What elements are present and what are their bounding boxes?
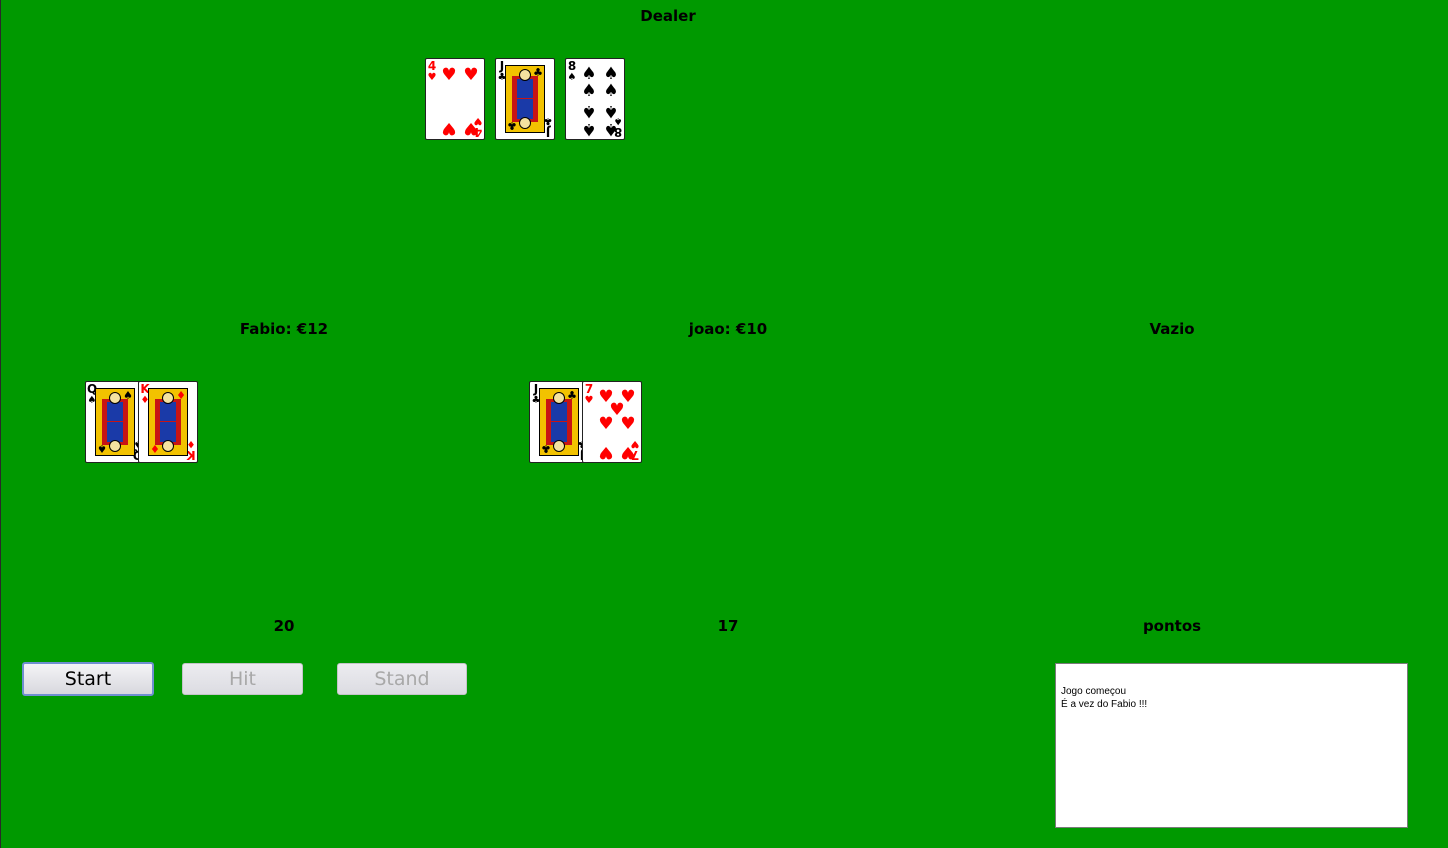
card-rank: 4 xyxy=(427,59,437,73)
card-pip-icon: ♥ xyxy=(441,118,457,138)
card-pip-icon: ♥ xyxy=(620,442,636,462)
playing-card: J♣J♣♣♣ xyxy=(495,58,555,140)
court-card-figure: ♠ ♠ xyxy=(95,388,135,456)
card-pip-icon: ♥ xyxy=(620,414,636,434)
seat-2-name: joao: €10 xyxy=(688,320,768,338)
court-card-figure: ♣ ♣ xyxy=(505,65,545,133)
playing-card: Q♠Q♠♠♠ xyxy=(85,381,145,463)
stand-button[interactable]: Stand xyxy=(337,663,467,695)
card-pip-icon: ♠ xyxy=(603,101,619,121)
card-pip-icon: ♠ xyxy=(581,81,597,101)
seat-1-score: 20 xyxy=(273,617,295,635)
card-suit-icon: ♥ xyxy=(584,395,594,406)
card-corner-index: 8 ♠ xyxy=(567,59,577,83)
playing-card: K ♦ K ♦ ♦ ♦ xyxy=(138,381,198,463)
card-pip-icon: ♠ xyxy=(603,81,619,101)
card-pip-icon: ♠ xyxy=(581,119,597,139)
card-pip-icon: ♥ xyxy=(463,118,479,138)
card-corner-index: 7 ♥ xyxy=(584,382,594,406)
start-button[interactable]: Start xyxy=(22,662,154,696)
seat-3-score: pontos xyxy=(1142,617,1202,635)
card-suit-icon: ♠ xyxy=(567,72,577,83)
card-rank: 8 xyxy=(567,59,577,73)
card-corner-index: 4 ♥ xyxy=(427,59,437,83)
log-line: É a vez do Fabio !!! xyxy=(1061,699,1148,710)
card-pip-icon: ♥ xyxy=(463,65,479,85)
seat-2-score: 17 xyxy=(717,617,739,635)
log-line: Jogo começou xyxy=(1061,686,1127,697)
playing-card: 7 ♥ 7 ♥ ♥ ♥ ♥ ♥ ♥ ♥ ♥ xyxy=(582,381,642,463)
seat-1-name: Fabio: €12 xyxy=(239,320,329,338)
card-pip-icon: ♠ xyxy=(581,101,597,121)
playing-card: 4 ♥ 4 ♥ ♥ ♥ ♥ ♥ xyxy=(425,58,485,140)
playing-card: J♣J♣♣♣ xyxy=(529,381,589,463)
court-card-figure: ♦ ♦ xyxy=(148,388,188,456)
card-pip-icon: ♠ xyxy=(603,119,619,139)
court-card-figure: ♣ ♣ xyxy=(539,388,579,456)
card-pip-icon: ♥ xyxy=(441,65,457,85)
card-pip-icon: ♥ xyxy=(598,414,614,434)
window-edge xyxy=(0,0,1,848)
card-rank: 7 xyxy=(584,382,594,396)
message-log[interactable]: Jogo começou É a vez do Fabio !!! xyxy=(1055,663,1408,828)
card-pip-icon: ♥ xyxy=(598,442,614,462)
seat-3-name: Vazio xyxy=(1149,320,1195,338)
playing-card: 8 ♠ 8 ♠ ♠ ♠ ♠ ♠ ♠ ♠ ♠ ♠ xyxy=(565,58,625,140)
card-suit-icon: ♥ xyxy=(427,72,437,83)
hit-button[interactable]: Hit xyxy=(182,663,303,695)
dealer-title: Dealer xyxy=(640,7,696,25)
